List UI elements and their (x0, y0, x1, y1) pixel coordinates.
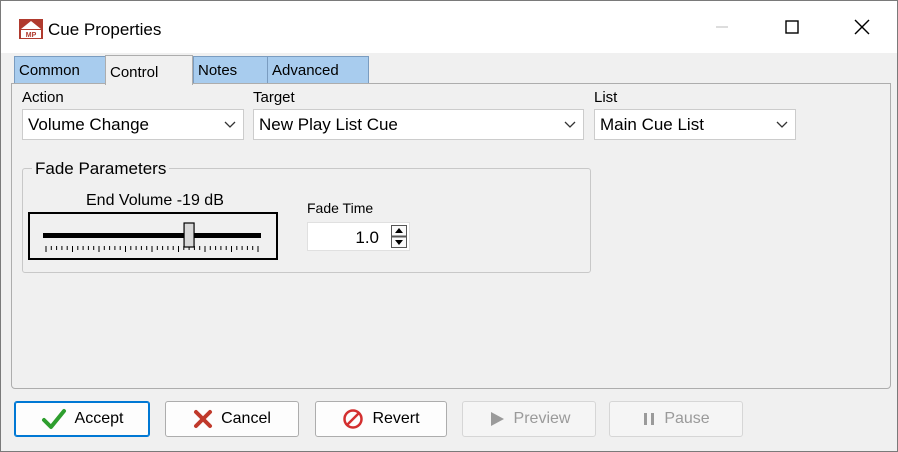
list-label: List (594, 89, 618, 106)
volume-slider-thumb[interactable] (183, 222, 195, 248)
chevron-down-icon (564, 121, 576, 128)
target-select-value: New Play List Cue (259, 115, 398, 134)
revert-button[interactable]: Revert (315, 401, 447, 437)
close-icon (854, 19, 870, 35)
preview-label: Preview (513, 410, 571, 427)
chevron-down-icon (224, 121, 236, 128)
pause-label: Pause (664, 410, 710, 427)
fade-time-label: Fade Time (307, 200, 374, 216)
maximize-icon (785, 20, 799, 34)
tab-common[interactable]: Common (14, 56, 106, 83)
list-select-value: Main Cue List (600, 115, 704, 134)
app-icon: MP (19, 19, 43, 39)
volume-slider-track (43, 222, 261, 252)
tab-control[interactable]: Control (105, 55, 193, 85)
action-label: Action (22, 89, 64, 106)
fade-time-value: 1.0 (355, 228, 379, 247)
x-icon (194, 410, 213, 428)
accept-label: Accept (74, 410, 124, 427)
accept-button[interactable]: Accept (14, 401, 150, 437)
pause-icon (644, 413, 655, 425)
cue-properties-window: MP Cue Properties Common Control Notes A… (0, 0, 898, 452)
revert-label: Revert (372, 410, 420, 427)
cancel-button[interactable]: Cancel (165, 401, 299, 437)
cancel-label: Cancel (221, 410, 271, 427)
tab-notes[interactable]: Notes (193, 56, 268, 83)
spin-arrows-icon[interactable] (391, 225, 407, 248)
no-entry-icon (343, 409, 364, 429)
check-icon (41, 409, 66, 429)
action-select-value: Volume Change (28, 115, 149, 134)
window-title: Cue Properties (48, 20, 162, 39)
minimize-button[interactable] (687, 1, 757, 53)
list-select[interactable]: Main Cue List (594, 109, 796, 140)
volume-slider[interactable] (28, 212, 278, 260)
chevron-down-icon (776, 121, 788, 128)
maximize-button[interactable] (757, 1, 827, 53)
minimize-icon (716, 26, 728, 28)
play-icon (490, 412, 504, 426)
pause-button[interactable]: Pause (609, 401, 743, 437)
fade-time-stepper[interactable]: 1.0 (307, 222, 410, 251)
fade-parameters-title: Fade Parameters (32, 159, 170, 179)
title-bar[interactable]: MP Cue Properties (1, 1, 897, 53)
preview-button[interactable]: Preview (462, 401, 596, 437)
app-icon-text: MP (26, 32, 37, 39)
action-select[interactable]: Volume Change (22, 109, 244, 140)
slider-ticks (45, 246, 259, 252)
target-select[interactable]: New Play List Cue (253, 109, 584, 140)
close-button[interactable] (827, 1, 897, 53)
tab-advanced[interactable]: Advanced (267, 56, 369, 83)
end-volume-label: End Volume -19 dB (86, 192, 224, 209)
target-label: Target (253, 89, 295, 106)
